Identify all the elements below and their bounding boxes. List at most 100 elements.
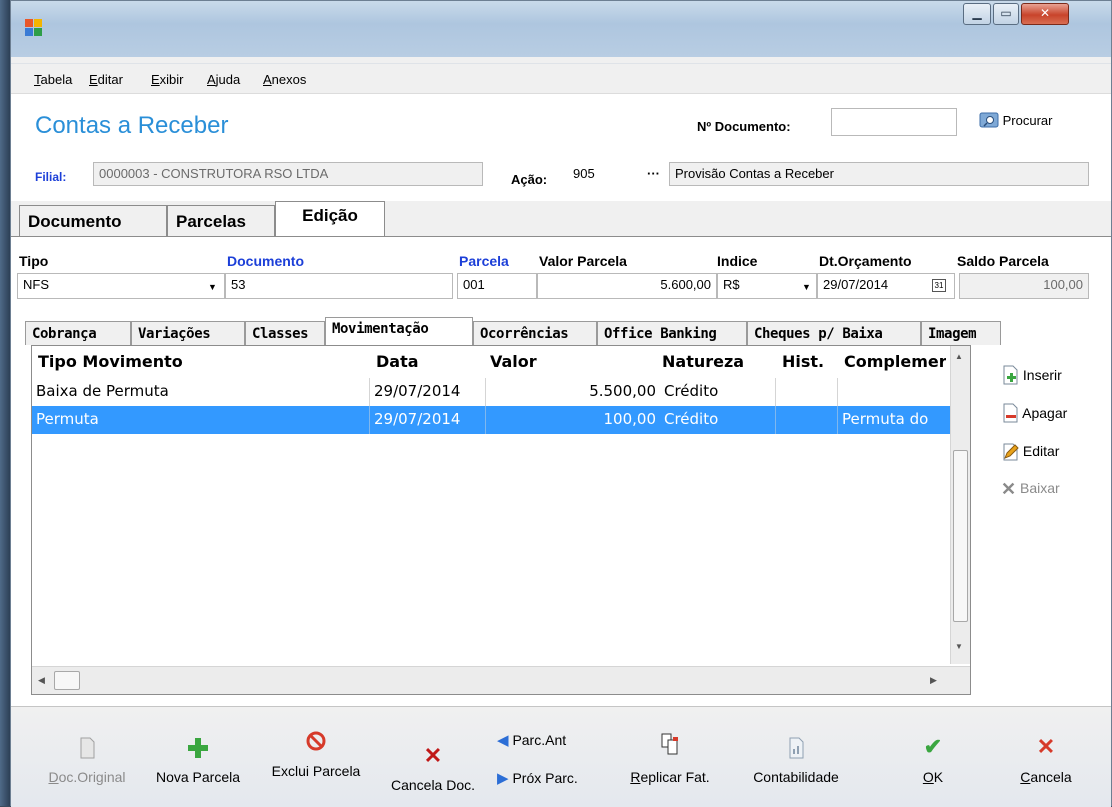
cell-tipo: Baixa de Permuta xyxy=(32,378,370,406)
chevron-down-icon: ▼ xyxy=(208,282,217,292)
prox-parc-label: Próx Parc. xyxy=(512,770,578,786)
exclui-parcela-label: Exclui Parcela xyxy=(271,763,361,779)
col-hist[interactable]: Hist. xyxy=(782,352,824,371)
scroll-up-icon[interactable]: ▲ xyxy=(955,352,963,361)
cancela-doc-button[interactable]: ✕ Cancela Doc. xyxy=(383,745,483,794)
table-row-selected[interactable]: Permuta 29/07/2014 100,00 Crédito Permut… xyxy=(32,406,950,434)
parcela-label: Parcela xyxy=(459,253,509,269)
movement-grid[interactable]: Tipo Movimento Data Valor Natureza Hist.… xyxy=(31,345,971,695)
documento-label: Documento xyxy=(227,253,304,269)
main-window: ▁ ▭ ✕ Tabela Editar Exibir Ajuda Anexos … xyxy=(10,0,1112,807)
maximize-button[interactable]: ▭ xyxy=(993,3,1019,25)
tipo-value: NFS xyxy=(23,277,49,292)
ok-button[interactable]: ✔ OK xyxy=(913,734,953,786)
menu-tabela[interactable]: Tabela xyxy=(34,72,72,87)
replicar-fat-button[interactable]: Replicar Fat. xyxy=(617,733,723,785)
inserir-label: Inserir xyxy=(1022,367,1062,383)
dt-orcamento-input[interactable]: 29/07/2014 31 xyxy=(817,273,955,299)
document-icon xyxy=(80,737,95,759)
cell-hist xyxy=(776,406,838,434)
calendar-icon[interactable]: 31 xyxy=(932,279,946,292)
col-valor[interactable]: Valor xyxy=(490,352,537,371)
tab-cheques-baixa[interactable]: Cheques p/ Baixa xyxy=(747,321,921,345)
prox-parc-button[interactable]: ▶ Próx Parc. xyxy=(497,769,578,787)
app-icon xyxy=(25,19,43,37)
check-icon: ✔ xyxy=(923,734,943,759)
col-tipo-movimento[interactable]: Tipo Movimento xyxy=(38,352,183,371)
search-icon xyxy=(979,112,999,128)
close-button[interactable]: ✕ xyxy=(1021,3,1069,25)
vertical-scroll-thumb[interactable] xyxy=(953,450,968,622)
valor-parcela-input[interactable]: 5.600,00 xyxy=(537,273,717,299)
cell-natureza: Crédito xyxy=(660,406,776,434)
cancela-button[interactable]: ✕ Cancela xyxy=(1011,735,1081,786)
nova-parcela-button[interactable]: Nova Parcela xyxy=(147,737,249,785)
editar-label: Editar xyxy=(1022,443,1060,459)
vertical-scrollbar[interactable]: ▲ ▼ xyxy=(950,346,970,664)
menu-bar: Tabela Editar Exibir Ajuda Anexos xyxy=(11,63,1111,91)
indice-label: Indice xyxy=(717,253,758,269)
parc-ant-button[interactable]: ◀ Parc.Ant xyxy=(497,731,566,749)
scroll-left-icon[interactable]: ◀ xyxy=(38,675,45,686)
inserir-button[interactable]: Inserir xyxy=(1001,365,1062,391)
page-title: Contas a Receber xyxy=(35,112,229,139)
search-label: Procurar xyxy=(1002,113,1053,128)
col-complemento[interactable]: Complemer xyxy=(844,352,946,371)
tab-movimentacao[interactable]: Movimentação xyxy=(325,317,473,346)
tab-edicao[interactable]: Edição xyxy=(275,201,385,237)
col-data[interactable]: Data xyxy=(376,352,419,371)
main-tabs: Documento Parcelas Edição xyxy=(11,201,1111,237)
tipo-label: Tipo xyxy=(19,253,49,269)
acao-description: Provisão Contas a Receber xyxy=(669,162,1089,186)
cell-natureza: Crédito xyxy=(660,378,776,406)
tab-documento[interactable]: Documento xyxy=(19,205,167,237)
scroll-right-icon[interactable]: ▶ xyxy=(930,675,937,686)
horizontal-scrollbar[interactable]: ◀ ▶ xyxy=(32,666,970,694)
minimize-button[interactable]: ▁ xyxy=(963,3,991,25)
search-button[interactable]: Procurar xyxy=(979,112,1052,128)
acao-lookup-button[interactable]: ··· xyxy=(647,166,660,181)
cell-hist xyxy=(776,378,838,406)
editar-button[interactable]: Editar xyxy=(1001,441,1059,467)
cell-tipo: Permuta xyxy=(32,406,370,434)
header-panel: Contas a Receber Nº Documento: Procurar … xyxy=(11,93,1111,201)
baixar-button[interactable]: ✕ Baixar xyxy=(1001,479,1060,505)
parcela-input[interactable]: 001 xyxy=(457,273,537,299)
tab-cobranca[interactable]: Cobrança xyxy=(25,321,131,345)
horizontal-scroll-thumb[interactable] xyxy=(54,671,80,690)
cell-complemento: Permuta do xyxy=(842,410,929,428)
cell-complemento xyxy=(838,378,950,406)
doc-number-input[interactable] xyxy=(831,108,957,136)
cancela-label: Cancela xyxy=(1020,769,1072,785)
dt-orcamento-label: Dt.Orçamento xyxy=(819,253,912,269)
dt-orcamento-value: 29/07/2014 xyxy=(823,277,889,292)
menu-anexos[interactable]: Anexos xyxy=(263,72,306,87)
tipo-combo[interactable]: NFS ▼ xyxy=(17,273,225,299)
menu-ajuda[interactable]: Ajuda xyxy=(207,72,240,87)
col-natureza[interactable]: Natureza xyxy=(662,352,744,371)
title-bar: ▁ ▭ ✕ xyxy=(11,1,1111,57)
documento-input[interactable]: 53 xyxy=(225,273,453,299)
scroll-down-icon[interactable]: ▼ xyxy=(955,642,963,651)
contabilidade-button[interactable]: Contabilidade xyxy=(741,737,851,785)
cell-valor: 5.500,00 xyxy=(589,382,656,400)
exclui-parcela-button[interactable]: Exclui Parcela xyxy=(263,731,369,779)
tab-classes[interactable]: Classes xyxy=(245,321,325,345)
tab-office-banking[interactable]: Office Banking xyxy=(597,321,747,345)
apagar-button[interactable]: Apagar xyxy=(1001,403,1067,429)
tab-variacoes[interactable]: Variações xyxy=(131,321,245,345)
copy-icon xyxy=(661,733,678,755)
menu-exibir[interactable]: Exibir xyxy=(151,72,184,87)
menu-editar[interactable]: Editar xyxy=(89,72,123,87)
indice-combo[interactable]: R$ ▼ xyxy=(717,273,817,299)
insert-icon xyxy=(1003,365,1018,385)
replicar-fat-label: Replicar Fat. xyxy=(630,769,710,785)
doc-number-label: Nº Documento: xyxy=(697,119,791,134)
tab-imagem[interactable]: Imagem xyxy=(921,321,1001,345)
cell-data: 29/07/2014 xyxy=(370,378,486,406)
table-row[interactable]: Baixa de Permuta 29/07/2014 5.500,00 Cré… xyxy=(32,378,950,406)
doc-original-button[interactable]: Doc.Original xyxy=(39,737,135,785)
filial-label: Filial: xyxy=(35,170,67,184)
tab-parcelas[interactable]: Parcelas xyxy=(167,205,275,237)
tab-ocorrencias[interactable]: Ocorrências xyxy=(473,321,597,345)
